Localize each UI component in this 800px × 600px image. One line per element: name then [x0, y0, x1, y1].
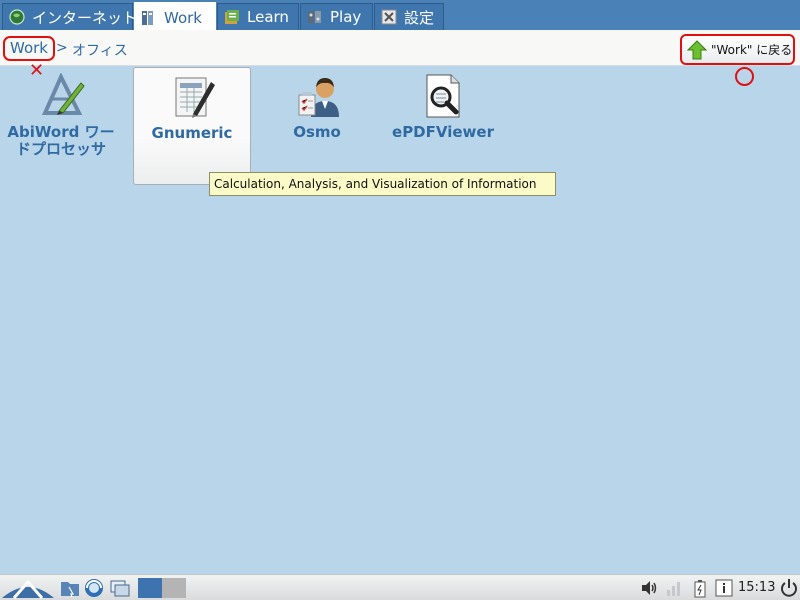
workspace-2-button[interactable] [162, 578, 186, 598]
app-label: Osmo [293, 123, 341, 141]
tab-label: 設定 [404, 8, 435, 27]
breadcrumb-work-link[interactable]: Work [3, 36, 55, 61]
abiword-icon [39, 72, 85, 119]
app-osmo[interactable]: Osmo [258, 67, 376, 185]
tooltip: Calculation, Analysis, and Visualization… [209, 172, 556, 196]
file-manager-icon[interactable] [60, 578, 80, 598]
tab-label: Learn [247, 8, 289, 26]
tab-label: Play [330, 8, 362, 26]
volume-icon[interactable] [640, 578, 660, 598]
play-icon [307, 9, 323, 25]
app-label: AbiWord ワードプロセッサ [7, 123, 115, 158]
breadcrumb-current: オフィス [72, 43, 128, 59]
breadcrumb: Work > オフィス "Work" に戻る [0, 30, 800, 66]
bottom-panel: 15:13 [0, 574, 800, 600]
show-desktop-icon[interactable] [110, 578, 130, 598]
start-menu-icon[interactable] [0, 576, 56, 600]
app-label: ePDFViewer [392, 123, 494, 141]
top-tab-bar: インターネット Work Learn Play 設定 [0, 0, 800, 32]
network-icon[interactable] [664, 578, 684, 598]
breadcrumb-separator: > [56, 40, 68, 56]
tab-label: Work [164, 8, 202, 27]
epdfviewer-icon [421, 73, 467, 119]
back-to-work-button[interactable]: "Work" に戻る [680, 34, 795, 65]
circle-mark [735, 67, 754, 86]
tab-internet[interactable]: インターネット [2, 3, 137, 30]
osmo-icon [295, 73, 341, 119]
gnumeric-icon [171, 74, 217, 120]
settings-icon [381, 9, 397, 25]
tab-learn[interactable]: Learn [217, 3, 299, 30]
browser-icon[interactable] [84, 578, 104, 598]
learn-icon [224, 9, 240, 25]
globe-icon [9, 9, 25, 25]
clock: 15:13 [738, 580, 776, 595]
info-icon[interactable] [714, 578, 734, 598]
app-gnumeric[interactable]: Gnumeric [133, 67, 251, 185]
tab-settings[interactable]: 設定 [374, 3, 444, 30]
battery-icon[interactable] [690, 578, 710, 598]
tab-play[interactable]: Play [300, 3, 373, 30]
back-button-label: "Work" に戻る [711, 43, 793, 57]
work-icon [141, 10, 157, 26]
tab-label: インターネット [32, 8, 138, 27]
app-epdfviewer[interactable]: ePDFViewer [384, 67, 502, 185]
app-abiword[interactable]: AbiWord ワードプロセッサ [2, 67, 120, 185]
app-label: Gnumeric [151, 124, 233, 142]
tab-work[interactable]: Work [134, 2, 216, 32]
workspace-1-button[interactable] [138, 578, 162, 598]
up-arrow-icon [686, 39, 708, 60]
power-icon[interactable] [780, 578, 798, 598]
